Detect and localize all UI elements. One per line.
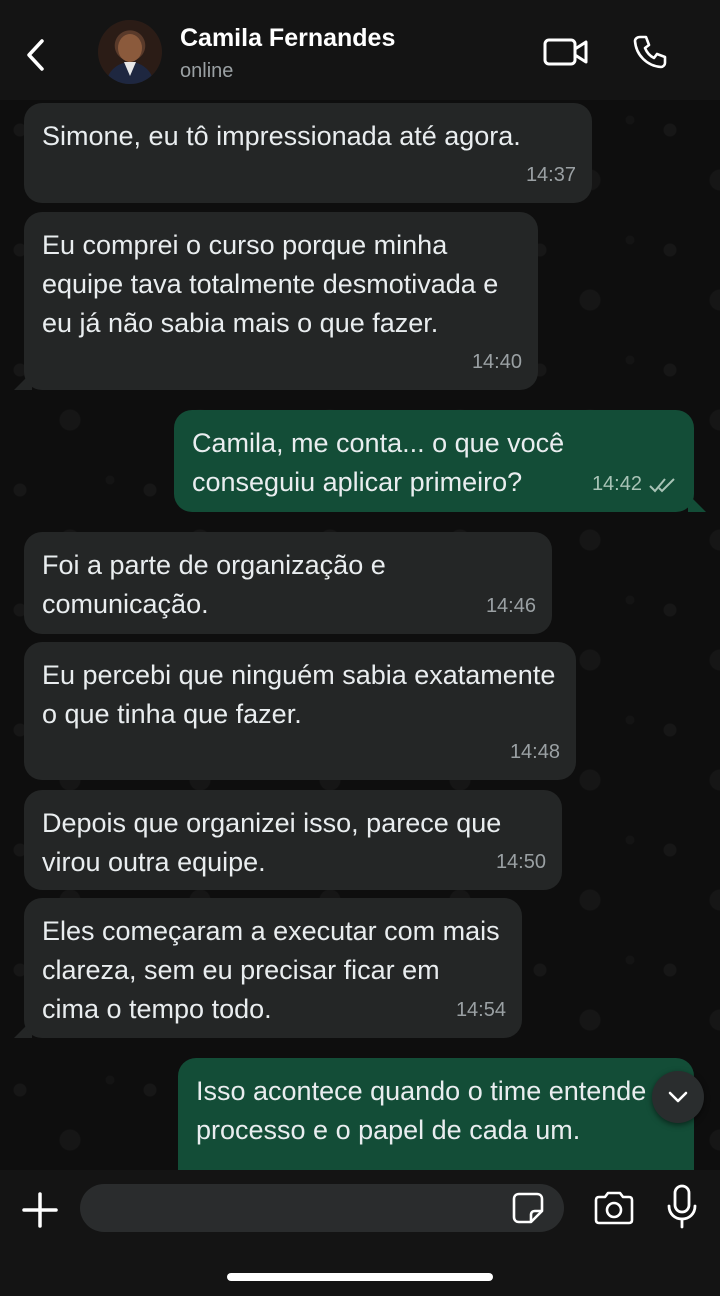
message-bubble-incoming[interactable]: Simone, eu tô impressionada até agora. 1… [24, 103, 592, 203]
message-text: Eu percebi que ninguém sabia exatamente … [42, 660, 556, 729]
back-button[interactable] [16, 30, 56, 80]
camera-button[interactable] [590, 1186, 638, 1230]
sticker-button[interactable] [508, 1190, 548, 1226]
video-call-button[interactable] [542, 32, 590, 72]
message-bubble-incoming[interactable]: Foi a parte de organização e comunicação… [24, 532, 552, 634]
chat-screen: Camila Fernandes online Simone, eu tô im… [0, 0, 720, 1296]
phone-icon [633, 35, 667, 69]
plus-icon [22, 1192, 58, 1228]
message-time: 14:50 [495, 851, 546, 873]
attach-button[interactable] [18, 1188, 62, 1232]
camera-icon [594, 1191, 634, 1225]
video-camera-icon [543, 38, 588, 66]
home-indicator [227, 1273, 493, 1281]
contact-status: online [180, 60, 234, 82]
microphone-button[interactable] [660, 1182, 704, 1232]
message-time: 14:54 [455, 999, 506, 1021]
chat-header: Camila Fernandes online [0, 0, 720, 100]
message-text: Simone, eu tô impressionada até agora. [42, 121, 521, 151]
message-bubble-outgoing[interactable]: Isso acontece quando o time entende o pr… [178, 1058, 694, 1170]
message-text: Eu comprei o curso porque minha equipe t… [42, 230, 499, 338]
message-input[interactable] [80, 1184, 564, 1232]
message-time: 14:48 [509, 741, 560, 763]
sticker-icon [512, 1192, 544, 1224]
message-bubble-incoming[interactable]: Eles começaram a executar com mais clare… [24, 898, 522, 1038]
message-bubble-incoming[interactable]: Eu percebi que ninguém sabia exatamente … [24, 642, 576, 780]
microphone-icon [667, 1184, 697, 1229]
avatar[interactable] [98, 20, 162, 84]
chevron-down-icon [668, 1091, 688, 1103]
message-text: Isso acontece quando o time entende o pr… [196, 1076, 669, 1145]
message-text: Foi a parte de organização e comunicação… [42, 550, 386, 619]
message-bubble-outgoing[interactable]: Camila, me conta... o que você conseguiu… [174, 410, 694, 512]
message-list[interactable]: Simone, eu tô impressionada até agora. 1… [0, 100, 720, 1170]
message-time: 14:42 [592, 465, 678, 504]
message-time: 14:46 [485, 595, 536, 617]
message-text: Eles começaram a executar com mais clare… [42, 916, 500, 1024]
message-time: 14:37 [525, 164, 576, 186]
message-bubble-incoming[interactable]: Eu comprei o curso porque minha equipe t… [24, 212, 538, 390]
message-text: Depois que organizei isso, parece que vi… [42, 808, 502, 877]
message-time: 14:40 [471, 351, 522, 373]
chevron-left-icon [27, 39, 44, 71]
scroll-to-bottom-button[interactable] [652, 1071, 704, 1123]
composer-bar [0, 1170, 720, 1296]
double-check-icon [649, 477, 675, 492]
message-bubble-incoming[interactable]: Depois que organizei isso, parece que vi… [24, 790, 562, 890]
contact-name[interactable]: Camila Fernandes [180, 24, 395, 53]
voice-call-button[interactable] [626, 32, 674, 72]
